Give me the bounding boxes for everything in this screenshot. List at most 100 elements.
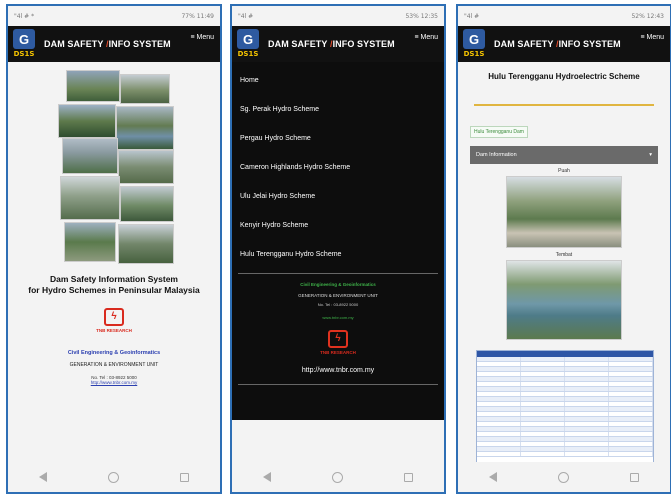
collage-photo	[120, 186, 174, 222]
tnb-logo-icon: ϟ	[328, 330, 348, 348]
nav-item-sg-perak[interactable]: Sg. Perak Hydro Scheme	[232, 95, 444, 124]
app-title-a: DAM SAFETY	[494, 39, 556, 49]
status-bar: "4l # 52% 12:43	[458, 6, 670, 26]
nav-item-hulu-terengganu[interactable]: Hulu Terengganu Hydro Scheme	[232, 240, 444, 269]
website-url[interactable]: http://www.tnbr.com.my	[232, 367, 444, 374]
recents-icon[interactable]	[404, 472, 414, 482]
phone-screen-menu: "4l # 53% 12:35 G DS1S DAM SAFETY /INFO …	[230, 4, 446, 494]
logo-mark-icon: G	[463, 29, 485, 49]
collage-photo	[58, 104, 116, 138]
collage-photo	[120, 74, 170, 104]
website-link[interactable]: http://www.tnbr.com.my	[8, 380, 220, 385]
nav-drawer: Home Sg. Perak Hydro Scheme Pergau Hydro…	[232, 62, 444, 420]
android-nav-bar	[8, 462, 220, 492]
phone-screen-hulu-terengganu: "4l # 52% 12:43 G DS1S DAM SAFETY /INFO …	[456, 4, 671, 494]
logo-mark-icon: G	[237, 29, 259, 49]
back-icon[interactable]	[262, 472, 271, 482]
photo-label-1: Puah	[558, 168, 570, 174]
contact-info: No. Tel : 03-8922 5000 http://www.tnbr.c…	[8, 375, 220, 386]
menu-button[interactable]: ≡ Menu	[414, 34, 438, 41]
collage-photo	[118, 224, 174, 264]
status-bar: "4l # * 77% 11:49	[8, 6, 220, 26]
android-nav-bar	[232, 462, 444, 492]
dam-photo-1	[506, 176, 622, 248]
page-title: Hulu Terengganu Hydroelectric Scheme	[488, 72, 640, 81]
tnb-logo-icon: ϟ	[104, 308, 124, 326]
status-right: 53% 12:35	[405, 12, 438, 20]
app-title: DAM SAFETY /INFO SYSTEM	[44, 39, 171, 49]
collage-photo	[118, 150, 174, 184]
app-bar: G DS1S DAM SAFETY /INFO SYSTEM ≡ Menu	[458, 26, 670, 62]
app-title: DAM SAFETY /INFO SYSTEM	[268, 39, 395, 49]
status-bar: "4l # 53% 12:35	[232, 6, 444, 26]
tnb-research-logo: ϟ TNB RESEARCH	[8, 308, 220, 333]
generation-unit-label: GENERATION & ENVIRONMENT UNIT	[69, 362, 159, 368]
collage-photo	[62, 138, 118, 174]
heading-line-1: Dam Safety Information System	[49, 274, 178, 284]
nav-item-kenyir[interactable]: Kenyir Hydro Scheme	[232, 211, 444, 240]
dam-tab[interactable]: Hulu Terengganu Dam	[470, 126, 528, 138]
app-bar: G DS1S DAM SAFETY /INFO SYSTEM ≡ Menu	[232, 26, 444, 62]
nav-item-cameron-highlands[interactable]: Cameron Highlands Hydro Scheme	[232, 153, 444, 182]
collage-photo	[116, 106, 174, 150]
logo-mark-icon: G	[13, 29, 35, 49]
dam-photo-collage	[58, 70, 174, 266]
status-right: 52% 12:43	[631, 12, 664, 20]
table-row	[477, 452, 653, 457]
app-title: DAM SAFETY /INFO SYSTEM	[494, 39, 621, 49]
home-icon[interactable]	[557, 471, 569, 483]
back-icon[interactable]	[488, 472, 497, 482]
dsis-logo[interactable]: G DS1S	[12, 29, 36, 59]
logo-text: DS1S	[463, 50, 485, 58]
phone-screen-home: "4l # * 77% 11:49 G DS1S DAM SAFETY /INF…	[6, 4, 222, 494]
collage-photo	[66, 70, 120, 102]
nav-item-pergau[interactable]: Pergau Hydro Scheme	[232, 124, 444, 153]
footer-link[interactable]: www.tnbr.com.my	[232, 315, 444, 320]
divider	[238, 384, 438, 385]
dsis-logo[interactable]: G DS1S	[236, 29, 260, 59]
tnb-logo-text: TNB RESEARCH	[320, 350, 356, 355]
android-nav-bar	[458, 462, 670, 492]
civil-engineering-label: Civil Engineering & Geoinformatics	[67, 350, 161, 356]
collage-photo	[60, 176, 120, 220]
menu-button[interactable]: ≡ Menu	[190, 34, 214, 41]
home-icon[interactable]	[331, 471, 343, 483]
recents-icon[interactable]	[180, 472, 190, 482]
app-title-a: DAM SAFETY	[44, 39, 106, 49]
status-left: "4l # *	[14, 12, 35, 20]
app-title-c: INFO SYSTEM	[332, 39, 395, 49]
chevron-down-icon: ▾	[649, 152, 652, 158]
divider	[238, 273, 438, 274]
dam-data-table	[476, 350, 654, 470]
title-underline	[474, 104, 654, 106]
dam-information-accordion[interactable]: Dam Information ▾	[470, 146, 658, 164]
status-right: 77% 11:49	[181, 12, 214, 20]
photo-label-2: Tembat	[555, 252, 573, 258]
dam-photo-2	[506, 260, 622, 340]
status-left: "4l #	[464, 12, 480, 20]
app-title-c: INFO SYSTEM	[108, 39, 171, 49]
tnb-logo-text: TNB RESEARCH	[96, 328, 132, 333]
phone-number: No. Tel : 03-8922 5000	[317, 302, 359, 307]
tnb-research-logo: ϟ TNB RESEARCH	[232, 330, 444, 355]
dsis-logo[interactable]: G DS1S	[462, 29, 486, 59]
logo-text: DS1S	[13, 50, 35, 58]
recents-icon[interactable]	[630, 472, 640, 482]
logo-text: DS1S	[237, 50, 259, 58]
home-icon[interactable]	[107, 471, 119, 483]
accordion-label: Dam Information	[476, 152, 517, 158]
generation-unit-label: GENERATION & ENVIRONMENT UNIT	[298, 293, 378, 298]
menu-button[interactable]: ≡ Menu	[640, 34, 664, 41]
nav-item-ulu-jelai[interactable]: Ulu Jelai Hydro Scheme	[232, 182, 444, 211]
app-title-a: DAM SAFETY	[268, 39, 330, 49]
civil-engineering-label: Civil Engineering & Geoinformatics	[300, 282, 376, 287]
collage-photo	[64, 222, 116, 262]
back-icon[interactable]	[38, 472, 47, 482]
page-heading: Dam Safety Information System for Hydro …	[8, 274, 220, 296]
app-title-c: INFO SYSTEM	[558, 39, 621, 49]
nav-item-home[interactable]: Home	[232, 66, 444, 95]
nav-menu: Home Sg. Perak Hydro Scheme Pergau Hydro…	[232, 66, 444, 269]
heading-line-2: for Hydro Schemes in Peninsular Malaysia	[28, 285, 200, 296]
status-left: "4l #	[238, 12, 254, 20]
app-bar: G DS1S DAM SAFETY /INFO SYSTEM ≡ Menu	[8, 26, 220, 62]
